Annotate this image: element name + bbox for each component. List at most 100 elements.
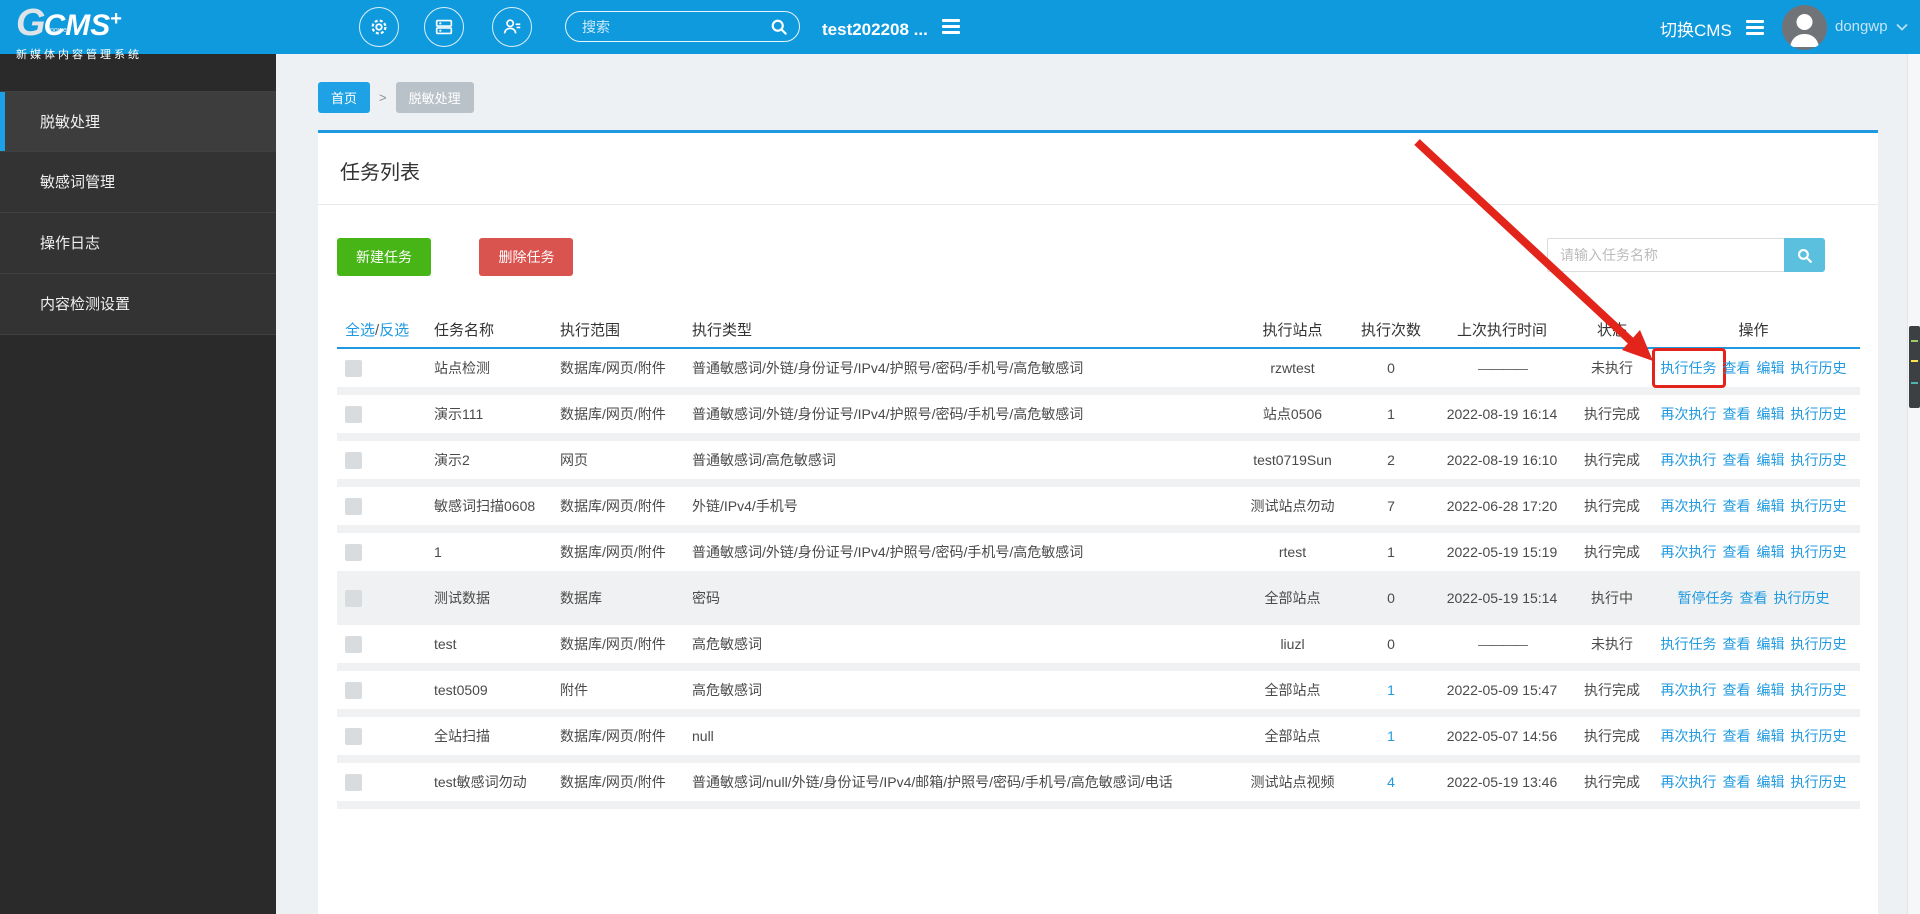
cms-menu-icon[interactable] (1745, 17, 1764, 38)
task-run-count: 0 (1387, 590, 1395, 606)
action-link[interactable]: 查看 (1723, 452, 1751, 468)
action-link[interactable]: 执行历史 (1791, 636, 1847, 652)
action-link[interactable]: 查看 (1723, 498, 1751, 514)
action-link[interactable]: 执行历史 (1791, 682, 1847, 698)
action-link[interactable]: 编辑 (1757, 452, 1785, 468)
users-button[interactable] (492, 7, 532, 47)
action-link[interactable]: 编辑 (1757, 406, 1785, 422)
task-run-count: 7 (1387, 498, 1395, 514)
action-link[interactable]: 执行历史 (1791, 406, 1847, 422)
current-site-switcher[interactable]: test202208 ... (822, 16, 960, 40)
row-checkbox[interactable] (345, 543, 362, 561)
row-select-cell (337, 405, 434, 423)
task-search-input[interactable] (1547, 238, 1784, 272)
task-search-button[interactable] (1784, 238, 1825, 272)
row-checkbox[interactable] (345, 359, 362, 377)
column-header-count: 执行次数 (1360, 322, 1421, 339)
row-checkbox[interactable] (345, 727, 362, 745)
row-actions: 暂停任务 查看 执行历史 (1647, 588, 1860, 608)
sidebar-item-label: 敏感词管理 (40, 174, 116, 191)
action-link[interactable]: 执行历史 (1791, 498, 1847, 514)
task-status: 未执行 (1591, 636, 1633, 652)
action-link[interactable]: 查看 (1723, 544, 1751, 560)
logo-subtitle: 新媒体内容管理系统 (16, 49, 142, 61)
sidebar-item-label: 内容检测设置 (40, 296, 131, 313)
row-checkbox[interactable] (345, 451, 362, 469)
action-link[interactable]: 编辑 (1757, 682, 1785, 698)
task-name: 1 (434, 544, 442, 560)
scrollbar-thumb[interactable] (1909, 326, 1920, 408)
page-root: Gpower CMS+ 新媒体内容管理系统 搜索 test202208 ... … (0, 0, 1920, 914)
action-link[interactable]: 再次执行 (1661, 774, 1717, 790)
action-link[interactable]: 再次执行 (1661, 728, 1717, 744)
site-menu-icon[interactable] (941, 16, 960, 37)
task-name: 站点检测 (434, 360, 490, 376)
sidebar-item-3[interactable]: 内容检测设置 (0, 274, 276, 335)
user-menu[interactable]: dongwp (1835, 18, 1908, 35)
action-link[interactable]: 执行历史 (1791, 728, 1847, 744)
action-link[interactable]: 查看 (1723, 682, 1751, 698)
row-select-cell (337, 773, 434, 791)
action-link[interactable]: 编辑 (1757, 498, 1785, 514)
new-task-button[interactable]: 新建任务 (337, 238, 431, 276)
row-checkbox[interactable] (345, 681, 362, 699)
action-link[interactable]: 编辑 (1757, 360, 1785, 376)
action-link[interactable]: 再次执行 (1661, 452, 1717, 468)
action-link[interactable]: 执行任务 (1661, 360, 1717, 376)
action-link[interactable]: 查看 (1740, 590, 1768, 606)
modules-button[interactable] (424, 7, 464, 47)
action-link[interactable]: 再次执行 (1661, 406, 1717, 422)
action-link[interactable]: 再次执行 (1661, 544, 1717, 560)
action-link[interactable]: 执行历史 (1791, 452, 1847, 468)
task-name: 测试数据 (434, 590, 490, 606)
sidebar-menu: 脱敏处理 敏感词管理 操作日志 内容检测设置 (0, 91, 276, 335)
scrollbar[interactable] (1907, 54, 1920, 914)
action-link[interactable]: 执行历史 (1791, 360, 1847, 376)
row-checkbox[interactable] (345, 497, 362, 515)
action-link[interactable]: 查看 (1723, 360, 1751, 376)
action-link[interactable]: 执行历史 (1791, 544, 1847, 560)
search-icon (1797, 248, 1812, 263)
action-link[interactable]: 再次执行 (1661, 682, 1717, 698)
row-checkbox[interactable] (345, 773, 362, 791)
task-type: 普通敏感词/外链/身份证号/IPv4/护照号/密码/手机号/高危敏感词 (692, 406, 1084, 422)
table-row: test0509 附件 高危敏感词 全部站点 1 2022-05-09 15:4… (337, 671, 1860, 717)
delete-task-button[interactable]: 删除任务 (479, 238, 574, 276)
avatar[interactable] (1782, 5, 1827, 50)
action-link[interactable]: 编辑 (1757, 636, 1785, 652)
action-link[interactable]: 编辑 (1757, 544, 1785, 560)
sidebar-item-2[interactable]: 操作日志 (0, 213, 276, 274)
settings-button[interactable] (359, 7, 399, 47)
breadcrumb-home[interactable]: 首页 (318, 82, 371, 113)
task-last-run-time: 2022-05-07 14:56 (1446, 728, 1558, 744)
select-invert-link[interactable]: 反选 (379, 322, 409, 339)
action-link[interactable]: 编辑 (1757, 728, 1785, 744)
action-link[interactable]: 查看 (1723, 774, 1751, 790)
search-icon[interactable] (769, 17, 789, 37)
row-select-cell (337, 681, 434, 699)
sidebar-item-label: 脱敏处理 (40, 114, 101, 131)
select-all-link[interactable]: 全选 (345, 322, 375, 339)
task-scope: 数据库 (560, 590, 602, 606)
table-row: 测试数据 数据库 密码 全部站点 0 2022-05-19 15:14 执行中 … (337, 579, 1860, 625)
row-checkbox[interactable] (345, 589, 362, 607)
action-link[interactable]: 执行历史 (1791, 774, 1847, 790)
sidebar-item-0[interactable]: 脱敏处理 (0, 91, 276, 152)
action-link[interactable]: 再次执行 (1661, 498, 1717, 514)
action-link[interactable]: 编辑 (1757, 774, 1785, 790)
switch-cms-button[interactable]: 切换CMS (1660, 16, 1764, 41)
global-search-input[interactable] (566, 18, 769, 35)
action-link[interactable]: 查看 (1723, 728, 1751, 744)
action-link[interactable]: 查看 (1723, 636, 1751, 652)
task-last-run-time: 2022-08-19 16:10 (1446, 452, 1558, 468)
action-link[interactable]: 查看 (1723, 406, 1751, 422)
row-checkbox[interactable] (345, 405, 362, 423)
action-link[interactable]: 执行历史 (1774, 590, 1830, 606)
row-checkbox[interactable] (345, 635, 362, 653)
action-link[interactable]: 暂停任务 (1678, 590, 1734, 606)
task-run-count: 1 (1387, 728, 1395, 744)
page-title: 任务列表 (318, 133, 1878, 205)
action-link[interactable]: 执行任务 (1661, 636, 1717, 652)
sidebar-item-1[interactable]: 敏感词管理 (0, 152, 276, 213)
breadcrumb-current[interactable]: 脱敏处理 (395, 82, 474, 113)
